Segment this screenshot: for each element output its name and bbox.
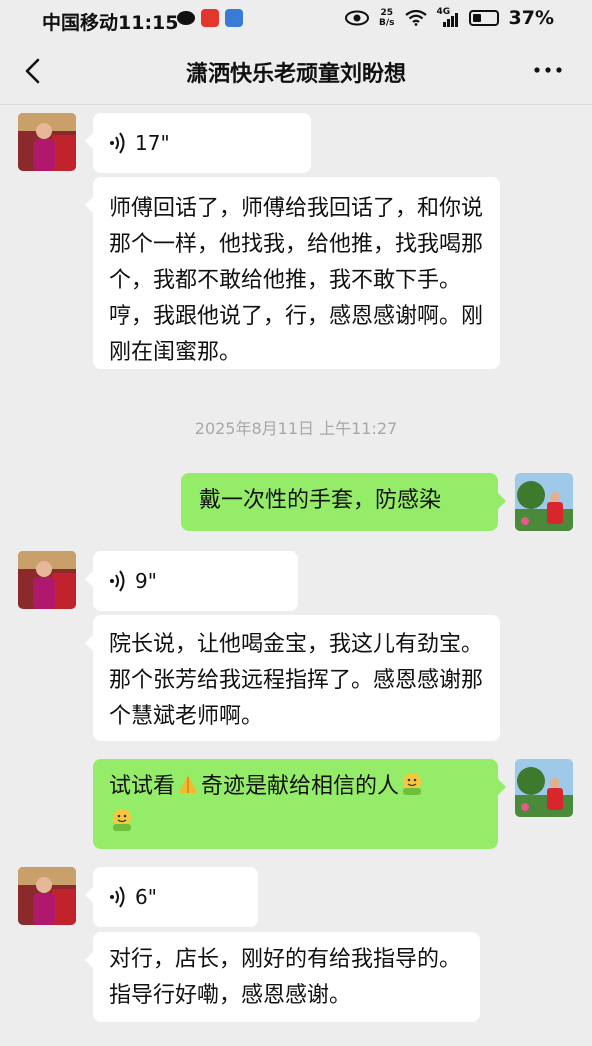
- wechat-notification-icon: [177, 11, 195, 25]
- message-text: 院长说，让他喝金宝，我这儿有劲宝。那个张芳给我远程指挥了。感恩感谢那个慧斌老师啊…: [109, 632, 484, 729]
- voice-message[interactable]: 17": [85, 113, 311, 173]
- battery-fill: [472, 14, 481, 22]
- text-message-self[interactable]: 试试看 奇迹是献给相信的人: [93, 759, 506, 849]
- net-speed: 25 B/s: [379, 8, 395, 28]
- net-speed-value: 25: [380, 8, 394, 18]
- signal-label: 4G: [436, 7, 451, 17]
- net-speed-unit: B/s: [379, 18, 395, 28]
- contact-avatar[interactable]: [18, 867, 76, 925]
- voice-message[interactable]: 9": [85, 551, 298, 611]
- text-message[interactable]: 院长说，让他喝金宝，我这儿有劲宝。那个张芳给我远程指挥了。感恩感谢那个慧斌老师啊…: [85, 615, 500, 741]
- wifi-icon: [404, 10, 427, 26]
- hug-emoji-icon: [403, 773, 422, 795]
- voice-wave-icon: [110, 570, 125, 592]
- chat-title: 潇洒快乐老顽童刘盼想: [185, 62, 406, 87]
- message-text-part1: 试试看: [109, 774, 176, 799]
- text-message[interactable]: 对行，店长，刚好的有给我指导的。指导行好嘞，感恩感谢。: [85, 932, 480, 1022]
- voice-duration: 9": [135, 569, 157, 593]
- notification-icons: [177, 9, 243, 27]
- music-notification-icon: [225, 9, 243, 27]
- message-text-part2: 奇迹是献给相信的人: [201, 774, 400, 799]
- text-message-self[interactable]: 戴一次性的手套，防感染: [181, 473, 506, 531]
- eye-icon: [345, 10, 369, 26]
- more-dots-icon[interactable]: [532, 60, 564, 80]
- voice-message[interactable]: 6": [85, 867, 258, 927]
- battery-icon: [468, 10, 499, 26]
- voice-wave-icon: [110, 886, 125, 908]
- chat-header: 潇洒快乐老顽童刘盼想: [0, 38, 592, 105]
- message-text: 对行，店长，刚好的有给我指导的。指导行好嘞，感恩感谢。: [109, 947, 462, 1008]
- hug-emoji-icon: [113, 809, 131, 831]
- message-text: 戴一次性的手套，防感染: [199, 488, 442, 513]
- timestamp: 2025年8月11日 上午11:27: [194, 419, 398, 438]
- message-list: 17" 师傅回话了，师傅给我回话了，和你说那个一样，他找我，给他推，找我喝那个，…: [0, 105, 592, 1046]
- self-avatar[interactable]: [515, 759, 573, 817]
- app-notification-icon: [201, 9, 219, 27]
- battery-percent: 37%: [508, 7, 554, 29]
- voice-duration: 17": [135, 131, 170, 155]
- status-right: 25 B/s 4G 37%: [345, 7, 554, 29]
- self-avatar[interactable]: [515, 473, 573, 531]
- voice-duration: 6": [135, 885, 157, 909]
- carrier-time: 中国移动11:15: [42, 12, 179, 34]
- voice-wave-icon: [110, 132, 125, 154]
- pray-emoji-icon: [179, 775, 198, 793]
- message-text: 师傅回话了，师傅给我回话了，和你说那个一样，他找我，给他推，找我喝那个，我都不敢…: [109, 196, 484, 365]
- status-bar: 中国移动11:15 25 B/s 4G 37%: [0, 0, 592, 38]
- signal-icon: 4G: [436, 7, 459, 27]
- text-message[interactable]: 师傅回话了，师傅给我回话了，和你说那个一样，他找我，给他推，找我喝那个，我都不敢…: [85, 177, 500, 369]
- contact-avatar[interactable]: [18, 113, 76, 171]
- contact-avatar[interactable]: [18, 551, 76, 609]
